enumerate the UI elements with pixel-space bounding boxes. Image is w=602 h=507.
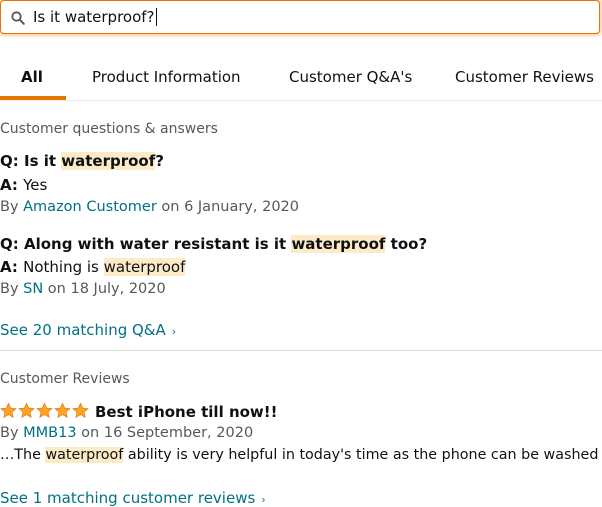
star-icon xyxy=(36,402,53,418)
tab-all[interactable]: All xyxy=(21,58,43,98)
qa-meta-2: By SN on 18 July, 2020 xyxy=(0,281,166,297)
star-icon xyxy=(54,402,71,418)
review-meta: By MMB13 on 16 September, 2020 xyxy=(0,425,254,441)
qa-section-title: Customer questions & answers xyxy=(0,121,218,137)
qa-question-1: Q: Is it waterproof? xyxy=(0,152,164,170)
tab-product-information[interactable]: Product Information xyxy=(92,58,241,98)
qa-question-2: Q: Along with water resistant is it wate… xyxy=(0,235,428,253)
chevron-right-icon: › xyxy=(261,493,266,506)
qa-author-link-1[interactable]: Amazon Customer xyxy=(23,199,157,215)
review-author-link[interactable]: MMB13 xyxy=(23,425,76,441)
text-cursor xyxy=(155,8,157,26)
tab-customer-reviews[interactable]: Customer Reviews xyxy=(455,58,594,98)
star-rating xyxy=(0,402,89,419)
review-title[interactable]: Best iPhone till now!! xyxy=(95,403,277,421)
tab-bar: All Product Information Customer Q&A's C… xyxy=(0,58,602,102)
chevron-right-icon: › xyxy=(171,325,177,338)
qa-answer-2: A: Nothing is waterproof xyxy=(0,258,186,276)
reviews-section-title: Customer Reviews xyxy=(0,371,130,387)
search-query-text: Is it waterproof? xyxy=(33,8,155,26)
star-icon xyxy=(18,402,35,418)
search-icon xyxy=(11,10,25,25)
tabs-divider xyxy=(0,100,602,101)
search-input[interactable]: Is it waterproof? xyxy=(0,0,600,34)
qa-meta-1: By Amazon Customer on 6 January, 2020 xyxy=(0,199,300,215)
see-all-qa-link[interactable]: See 20 matching Q&A › xyxy=(0,321,176,339)
star-icon xyxy=(0,402,17,418)
qa-author-link-2[interactable]: SN xyxy=(23,281,43,297)
review-snippet: …The waterproof ability is very helpful … xyxy=(0,447,599,463)
section-divider xyxy=(0,350,602,351)
qa-answer-1: A: Yes xyxy=(0,176,48,194)
see-all-reviews-link[interactable]: See 1 matching customer reviews › xyxy=(0,489,266,507)
star-icon xyxy=(72,402,89,418)
tab-customer-qa[interactable]: Customer Q&A's xyxy=(289,58,412,98)
review-title-row: Best iPhone till now!! xyxy=(0,402,277,421)
